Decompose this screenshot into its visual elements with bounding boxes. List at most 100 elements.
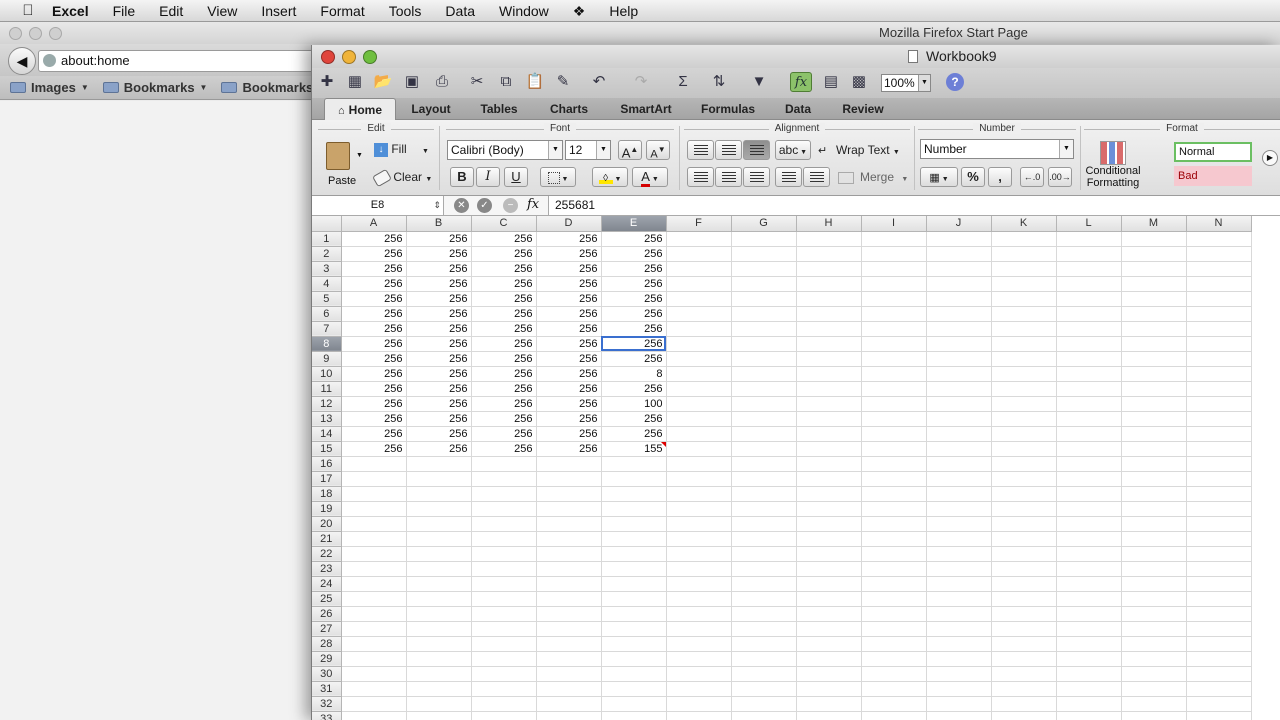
cell-e8[interactable]: 256 [601, 336, 667, 352]
cell-c2[interactable]: 256 [471, 246, 537, 262]
cell-i12[interactable] [861, 396, 927, 412]
cell-b15[interactable]: 256 [406, 441, 472, 457]
cell-i8[interactable] [861, 336, 927, 352]
menu-help[interactable]: Help [597, 0, 650, 22]
cell-a8[interactable]: 256 [341, 336, 407, 352]
cell-i4[interactable] [861, 276, 927, 292]
cell-b20[interactable] [406, 516, 472, 532]
print-icon[interactable]: ⎙ [431, 72, 453, 92]
cell-c8[interactable]: 256 [471, 336, 537, 352]
cell-j3[interactable] [926, 261, 992, 277]
cell-f6[interactable] [666, 306, 732, 322]
cell-c32[interactable] [471, 696, 537, 712]
ff-minimize-button[interactable] [29, 27, 42, 40]
row-header[interactable]: 10 [312, 366, 342, 382]
cell-j4[interactable] [926, 276, 992, 292]
cell-n10[interactable] [1186, 366, 1252, 382]
cell-g30[interactable] [731, 666, 797, 682]
align-middle-button[interactable] [715, 140, 742, 160]
cell-e1[interactable]: 256 [601, 231, 667, 247]
cell-l21[interactable] [1056, 531, 1122, 547]
autosum-icon[interactable]: Σ [672, 72, 694, 92]
cell-b27[interactable] [406, 621, 472, 637]
cell-l32[interactable] [1056, 696, 1122, 712]
row-header[interactable]: 33 [312, 711, 342, 720]
cell-e14[interactable]: 256 [601, 426, 667, 442]
cell-e33[interactable] [601, 711, 667, 720]
bookmark-images[interactable]: Images ▼ [10, 80, 93, 95]
cell-l31[interactable] [1056, 681, 1122, 697]
borders-button[interactable]: ▼ [540, 167, 576, 187]
cell-m23[interactable] [1121, 561, 1187, 577]
cell-a19[interactable] [341, 501, 407, 517]
redo-icon[interactable]: ↷ [630, 72, 652, 92]
cell-d30[interactable] [536, 666, 602, 682]
cell-g25[interactable] [731, 591, 797, 607]
column-header-g[interactable]: G [731, 216, 797, 232]
cell-h25[interactable] [796, 591, 862, 607]
cell-n1[interactable] [1186, 231, 1252, 247]
cell-d2[interactable]: 256 [536, 246, 602, 262]
cell-a1[interactable]: 256 [341, 231, 407, 247]
cell-l22[interactable] [1056, 546, 1122, 562]
cell-l4[interactable] [1056, 276, 1122, 292]
cell-j14[interactable] [926, 426, 992, 442]
cell-n6[interactable] [1186, 306, 1252, 322]
cell-i11[interactable] [861, 381, 927, 397]
cell-g22[interactable] [731, 546, 797, 562]
cell-m5[interactable] [1121, 291, 1187, 307]
cell-b31[interactable] [406, 681, 472, 697]
cell-g14[interactable] [731, 426, 797, 442]
cell-a20[interactable] [341, 516, 407, 532]
cell-n29[interactable] [1186, 651, 1252, 667]
cell-j13[interactable] [926, 411, 992, 427]
cell-a9[interactable]: 256 [341, 351, 407, 367]
cell-a29[interactable] [341, 651, 407, 667]
cell-c7[interactable]: 256 [471, 321, 537, 337]
cell-k10[interactable] [991, 366, 1057, 382]
menu-edit[interactable]: Edit [147, 0, 195, 22]
row-header[interactable]: 9 [312, 351, 342, 367]
cell-c14[interactable]: 256 [471, 426, 537, 442]
cell-c33[interactable] [471, 711, 537, 720]
cell-c11[interactable]: 256 [471, 381, 537, 397]
cell-n19[interactable] [1186, 501, 1252, 517]
cell-b26[interactable] [406, 606, 472, 622]
cell-l30[interactable] [1056, 666, 1122, 682]
cell-j7[interactable] [926, 321, 992, 337]
cancel-icon[interactable]: ✕ [454, 198, 469, 213]
cell-i29[interactable] [861, 651, 927, 667]
cell-i19[interactable] [861, 501, 927, 517]
cell-l29[interactable] [1056, 651, 1122, 667]
cell-a25[interactable] [341, 591, 407, 607]
cell-k16[interactable] [991, 456, 1057, 472]
cell-n12[interactable] [1186, 396, 1252, 412]
increase-decimal-icon[interactable]: ←.0 [1020, 167, 1044, 187]
menu-app-excel[interactable]: Excel [38, 0, 101, 22]
cell-c25[interactable] [471, 591, 537, 607]
cell-f15[interactable] [666, 441, 732, 457]
cell-d5[interactable]: 256 [536, 291, 602, 307]
cell-f18[interactable] [666, 486, 732, 502]
cell-j25[interactable] [926, 591, 992, 607]
cell-b11[interactable]: 256 [406, 381, 472, 397]
cell-h21[interactable] [796, 531, 862, 547]
column-header-k[interactable]: K [991, 216, 1057, 232]
cell-n31[interactable] [1186, 681, 1252, 697]
cell-g13[interactable] [731, 411, 797, 427]
cell-f27[interactable] [666, 621, 732, 637]
cell-j12[interactable] [926, 396, 992, 412]
cell-i24[interactable] [861, 576, 927, 592]
row-header[interactable]: 29 [312, 651, 342, 667]
cell-e20[interactable] [601, 516, 667, 532]
cell-l14[interactable] [1056, 426, 1122, 442]
cell-g2[interactable] [731, 246, 797, 262]
cell-k17[interactable] [991, 471, 1057, 487]
cell-l20[interactable] [1056, 516, 1122, 532]
cell-m19[interactable] [1121, 501, 1187, 517]
cell-i18[interactable] [861, 486, 927, 502]
cell-e2[interactable]: 256 [601, 246, 667, 262]
cell-m6[interactable] [1121, 306, 1187, 322]
cell-i33[interactable] [861, 711, 927, 720]
cell-a14[interactable]: 256 [341, 426, 407, 442]
